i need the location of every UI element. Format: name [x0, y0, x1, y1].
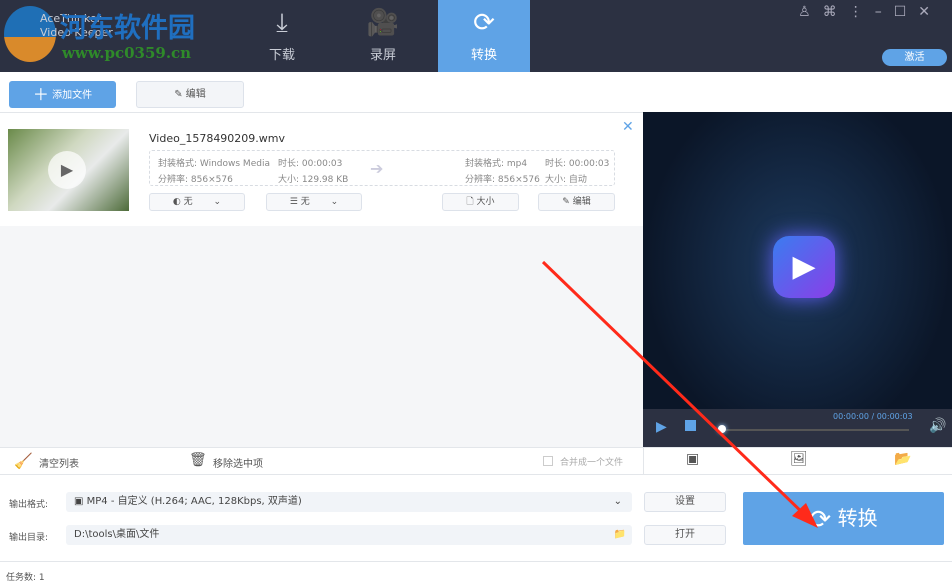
arrow-line	[541, 260, 810, 520]
annotation-arrow	[541, 260, 818, 528]
